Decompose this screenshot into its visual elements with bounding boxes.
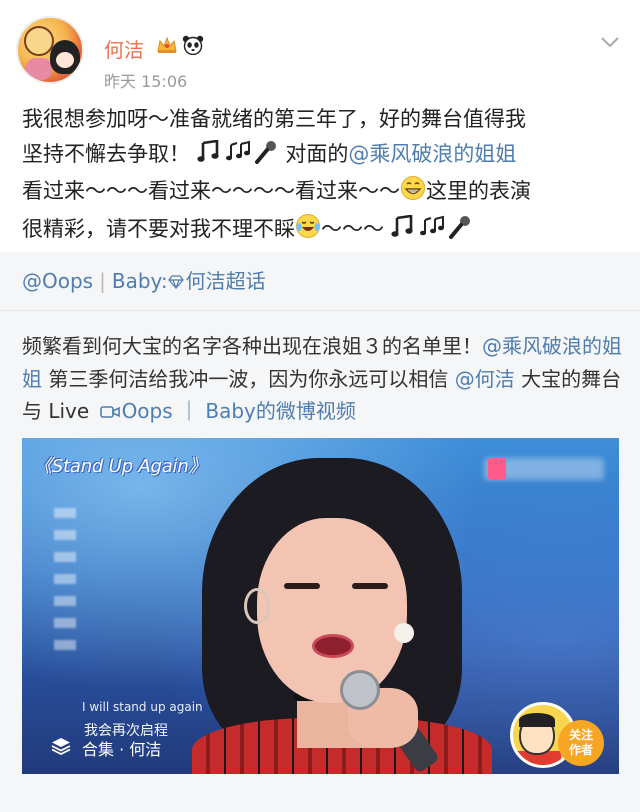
crown-icon[interactable] — [156, 35, 178, 55]
repost-text: 频繁看到何大宝的名字各种出现在浪姐３的名单里！@乘风破浪的姐姐 第三季何洁给我冲… — [22, 330, 622, 430]
post-text-line: 看过来～～～看过来～～～～看过来～～ — [22, 179, 400, 203]
music-note-icon — [197, 139, 223, 175]
username[interactable]: 何洁 — [104, 34, 144, 63]
post-header: 何洁 昨天 15:06 — [0, 0, 640, 100]
post-text-line: 对面的 — [285, 141, 349, 166]
song-title: 《Stand Up Again》 — [34, 456, 207, 477]
mention-link[interactable]: @何洁 — [455, 367, 515, 391]
video-link[interactable]: Oops ｜ Baby的微博视频 — [122, 399, 356, 423]
music-notes-icon — [417, 215, 447, 250]
music-notes-icon — [223, 140, 253, 175]
post-text-line: 很精彩，请不要对我不理不睬 — [22, 216, 295, 241]
lyric-subtitle-en: I will stand up again — [82, 700, 203, 714]
collection-label[interactable]: 合集 · 何洁 — [82, 736, 161, 760]
microphone-icon — [447, 215, 473, 250]
singer-eye — [352, 583, 388, 589]
earring — [394, 623, 414, 643]
separator: | — [99, 269, 106, 293]
post-timestamp: 昨天 15:06 — [104, 72, 188, 91]
post-text-line: ～～～ — [321, 216, 384, 241]
laugh-cry-emoji-icon — [295, 213, 321, 250]
blurred-text — [54, 508, 76, 658]
user-badges — [156, 35, 204, 55]
panda-icon[interactable] — [182, 35, 204, 55]
earring — [244, 588, 270, 624]
microphone-icon — [253, 140, 279, 175]
singer-face — [257, 518, 407, 703]
post-text-line: 这里的表演 — [426, 179, 531, 203]
music-note-icon — [391, 214, 417, 250]
super-topic-link[interactable]: 何洁超话 — [186, 269, 266, 293]
super-topic-icon — [167, 267, 184, 297]
post-text-line: 我很想参加呀～准备就绪的第三年了，好的舞台值得我 — [22, 107, 526, 131]
repost-author-name-suffix[interactable]: Baby: — [112, 269, 168, 293]
layers-icon — [50, 736, 72, 760]
repost-author-name[interactable]: @Oops — [22, 269, 93, 293]
repost-card[interactable]: @Oops | Baby: 何洁超话 频繁看到何大宝的名字各种出现在浪姐３的名单里！@… — [0, 252, 640, 812]
divider — [0, 310, 640, 311]
repost-author[interactable]: @Oops | Baby: 何洁超话 — [22, 266, 266, 297]
chevron-down-icon[interactable] — [598, 30, 622, 54]
mention-link[interactable]: @乘风破浪的姐姐 — [348, 142, 516, 166]
video-collection[interactable]: 合集 · 何洁 — [50, 736, 161, 760]
microphone-head — [340, 670, 380, 710]
repost-text-segment: 频繁看到何大宝的名字各种出现在浪姐３的名单里！ — [22, 334, 482, 358]
follow-author-button[interactable]: 关注 作者 — [558, 720, 604, 766]
grin-emoji-icon — [400, 175, 426, 212]
singer-mouth — [312, 634, 354, 658]
post-text: 我很想参加呀～准备就绪的第三年了，好的舞台值得我 坚持不懈去争取！ 对面的@乘风… — [22, 102, 622, 249]
repost-text-segment: 第三季何洁给我冲一波，因为你永远可以相信 — [42, 366, 455, 391]
singer-eye — [284, 583, 320, 589]
channel-logo-icon — [488, 458, 506, 480]
video-camera-icon[interactable] — [99, 397, 120, 430]
post-text-line: 坚持不懈去争取！ — [22, 141, 190, 166]
avatar[interactable] — [16, 16, 84, 84]
video-player[interactable]: 《Stand Up Again》 I will stand up again 我… — [22, 438, 619, 774]
